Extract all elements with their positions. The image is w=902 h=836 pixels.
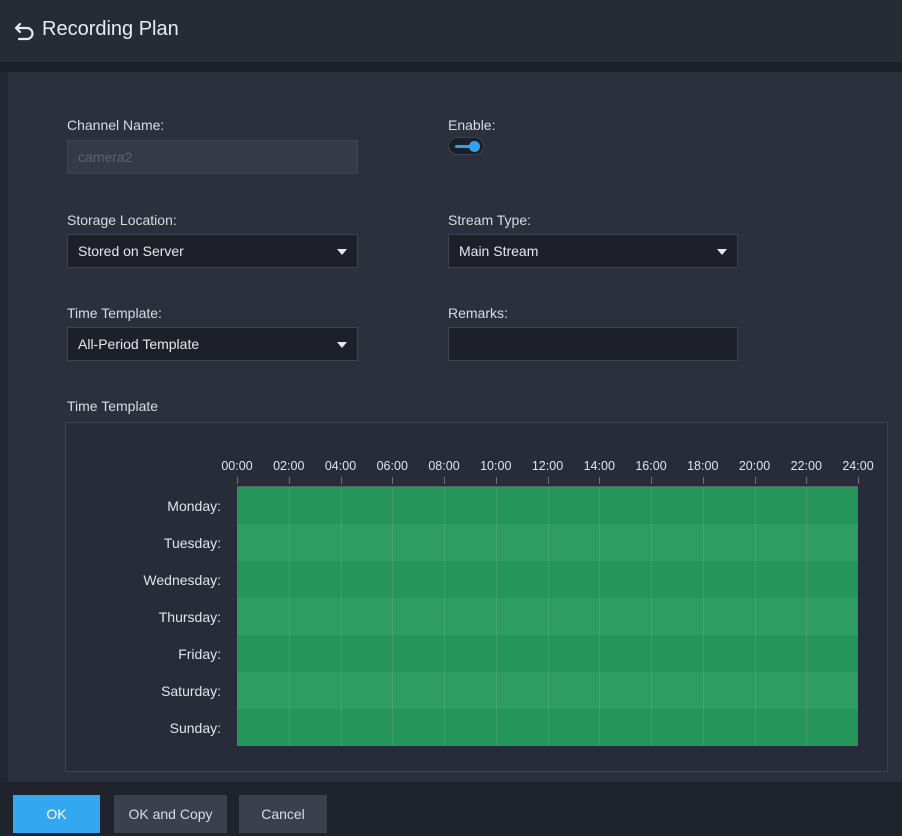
hour-label: 02:00 xyxy=(273,459,305,473)
hour-label: 08:00 xyxy=(428,459,460,473)
hour-label: 14:00 xyxy=(583,459,615,473)
hour-gridline xyxy=(495,487,497,746)
hour-tick xyxy=(288,477,290,484)
hour-tick xyxy=(858,477,859,484)
hour-tick xyxy=(340,477,342,484)
day-label: Saturday: xyxy=(161,683,221,699)
hour-label: 06:00 xyxy=(376,459,408,473)
day-label: Friday: xyxy=(178,646,221,662)
hour-label: 22:00 xyxy=(790,459,822,473)
hour-label: 18:00 xyxy=(687,459,719,473)
hour-tick xyxy=(495,477,497,484)
storage-location-value: Stored on Server xyxy=(78,243,184,259)
cancel-button[interactable]: Cancel xyxy=(239,795,327,833)
ok-and-copy-button[interactable]: OK and Copy xyxy=(114,795,227,833)
hour-label: 10:00 xyxy=(480,459,512,473)
day-label: Sunday: xyxy=(169,720,221,736)
ok-button[interactable]: OK xyxy=(13,795,100,833)
schedule-section-title: Time Template xyxy=(67,398,159,414)
hour-label: 00:00 xyxy=(221,459,253,473)
hour-tick xyxy=(806,477,808,484)
stream-type-label: Stream Type: xyxy=(448,212,532,228)
hour-tick xyxy=(547,477,549,484)
enable-toggle[interactable] xyxy=(448,137,484,155)
remarks-input[interactable] xyxy=(448,327,738,361)
day-label: Thursday: xyxy=(158,609,221,625)
storage-location-select[interactable]: Stored on Server xyxy=(67,234,358,268)
hour-tick xyxy=(444,477,445,484)
channel-name-label: Channel Name: xyxy=(67,117,165,133)
hour-gridline xyxy=(340,487,342,746)
enable-label: Enable: xyxy=(448,117,496,133)
hour-gridline xyxy=(806,487,808,746)
hour-label: 04:00 xyxy=(324,459,357,473)
hour-tick xyxy=(651,477,652,484)
channel-name-input: camera2 xyxy=(67,140,358,174)
hour-tick xyxy=(754,477,756,484)
storage-location-label: Storage Location: xyxy=(67,212,177,228)
hour-gridline xyxy=(547,487,549,746)
day-label: Monday: xyxy=(167,498,221,514)
hour-label: 24:00 xyxy=(842,459,874,473)
hour-tick xyxy=(237,477,238,484)
hour-gridline xyxy=(444,487,445,746)
time-template-label: Time Template: xyxy=(67,305,162,321)
back-icon[interactable] xyxy=(14,20,36,42)
schedule-grid[interactable] xyxy=(237,487,858,746)
chevron-down-icon xyxy=(717,249,727,255)
hour-gridline xyxy=(288,487,290,746)
stream-type-select[interactable]: Main Stream xyxy=(448,234,738,268)
day-label: Wednesday: xyxy=(143,572,221,588)
hour-gridline xyxy=(599,487,601,746)
hour-gridline xyxy=(651,487,652,746)
hour-tick xyxy=(599,477,601,484)
hour-label: 12:00 xyxy=(531,459,564,473)
time-template-value: All-Period Template xyxy=(78,336,200,352)
remarks-label: Remarks: xyxy=(448,305,508,321)
hour-tick xyxy=(392,477,394,484)
chevron-down-icon xyxy=(337,342,347,348)
page-title: Recording Plan xyxy=(42,18,179,40)
chevron-down-icon xyxy=(337,249,347,255)
day-label: Tuesday: xyxy=(163,535,221,551)
hour-tick xyxy=(702,477,704,484)
header-divider xyxy=(0,62,902,72)
stream-type-value: Main Stream xyxy=(459,243,539,259)
hour-label: 16:00 xyxy=(635,459,667,473)
title-bar: Recording Plan xyxy=(0,0,902,62)
toggle-knob xyxy=(469,141,480,152)
hour-gridline xyxy=(702,487,704,746)
hour-gridline xyxy=(392,487,394,746)
hour-gridline xyxy=(754,487,756,746)
time-template-select[interactable]: All-Period Template xyxy=(67,327,358,361)
hour-label: 20:00 xyxy=(738,459,771,473)
